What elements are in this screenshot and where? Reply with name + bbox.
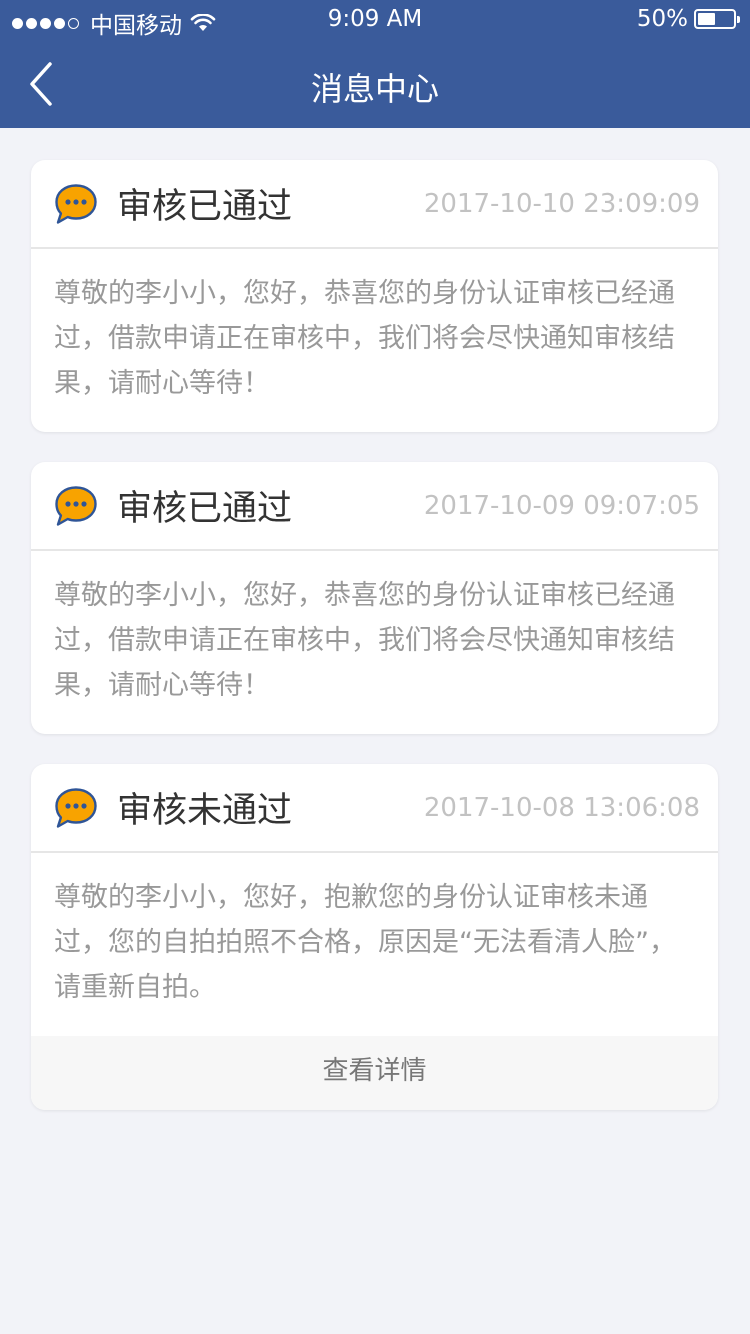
message-title: 审核已通过: [117, 489, 293, 529]
view-details-button[interactable]: 查看详情: [31, 1036, 718, 1110]
nav-bar: 消息中心: [0, 40, 750, 128]
message-header: 审核已通过 2017-10-09 09:07:05: [31, 462, 718, 551]
message-card[interactable]: 审核已通过 2017-10-09 09:07:05 尊敬的李小小，您好，恭喜您的…: [31, 462, 718, 734]
message-time: 2017-10-10 23:09:09: [423, 188, 700, 219]
message-card[interactable]: 审核未通过 2017-10-08 13:06:08 尊敬的李小小，您好，抱歉您的…: [31, 764, 718, 1110]
message-body: 尊敬的李小小，您好，恭喜您的身份认证审核已经通过，借款申请正在审核中，我们将会尽…: [54, 278, 675, 399]
page-title: 消息中心: [310, 70, 439, 108]
battery-percent: 50%: [636, 6, 688, 32]
message-time: 2017-10-08 13:06:08: [423, 792, 700, 823]
chat-bubble-icon: [55, 485, 97, 526]
message-body: 尊敬的李小小，您好，恭喜您的身份认证审核已经通过，借款申请正在审核中，我们将会尽…: [54, 580, 675, 701]
status-bar: 中国移动 9:09 AM 50%: [0, 0, 750, 40]
chat-bubble-icon: [55, 183, 97, 224]
message-list: 审核已通过 2017-10-10 23:09:09 尊敬的李小小，您好，恭喜您的…: [31, 160, 718, 1140]
status-bar-right: 50%: [636, 6, 740, 32]
chat-bubble-icon: [55, 787, 97, 828]
message-body: 尊敬的李小小，您好，抱歉您的身份认证审核未通过，您的自拍拍照不合格，原因是“无法…: [54, 882, 676, 1003]
message-title: 审核已通过: [117, 187, 293, 227]
message-title: 审核未通过: [117, 791, 293, 831]
message-header: 审核已通过 2017-10-10 23:09:09: [31, 160, 718, 249]
message-time: 2017-10-09 09:07:05: [423, 490, 700, 521]
message-header: 审核未通过 2017-10-08 13:06:08: [31, 764, 718, 853]
message-card[interactable]: 审核已通过 2017-10-10 23:09:09 尊敬的李小小，您好，恭喜您的…: [31, 160, 718, 432]
battery-level: [698, 13, 715, 25]
battery-icon: [694, 9, 740, 29]
header: 中国移动 9:09 AM 50% 消息中心: [0, 0, 750, 128]
